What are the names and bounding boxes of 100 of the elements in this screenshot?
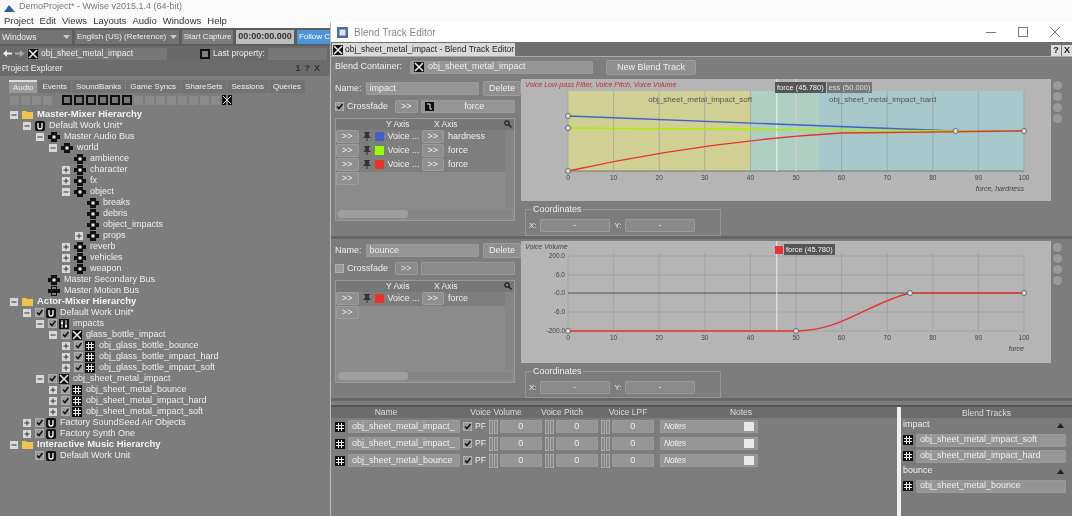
x-axis-picker-button[interactable]: >> [421,144,445,157]
collapse-icon[interactable] [36,132,44,141]
toolbar-icon[interactable] [222,95,232,105]
parameter-picker-button[interactable]: >> [395,100,418,114]
y-field[interactable]: - [624,219,695,232]
explorer-tab[interactable]: Game Syncs [126,80,181,93]
menu-item[interactable]: Views [61,14,88,29]
value-field[interactable]: 0 [555,420,598,433]
menu-item[interactable]: Help [207,14,227,29]
blend-track-item[interactable]: obj_sheet_metal_impact_soft [916,433,1066,447]
expand-notes-icon[interactable] [743,422,754,431]
collapse-icon[interactable] [23,308,31,317]
checkbox[interactable] [61,407,70,416]
menu-item[interactable]: Edit [39,14,56,29]
forward-arrow-icon[interactable] [15,50,24,57]
value-field[interactable]: 0 [499,420,542,433]
checkbox[interactable] [61,385,70,394]
value-field[interactable]: 0 [611,437,654,450]
column-header[interactable]: Voice LPF [595,406,661,419]
slider-handle-icon[interactable] [600,419,611,434]
column-header[interactable]: X Axis [424,279,484,293]
checkbox[interactable] [335,264,344,274]
tab-header-button[interactable]: ? [1051,45,1061,56]
column-header[interactable]: Voice Volume [463,406,529,419]
slider-handle-icon[interactable] [544,453,555,468]
column-header[interactable]: Y Axis [384,117,424,131]
collapse-icon[interactable] [23,121,31,130]
expand-icon[interactable] [62,165,70,174]
name-field[interactable]: obj_sheet_metal_bounce [348,454,460,467]
object-field[interactable]: obj_sheet_metal_impact [27,47,167,60]
checkbox[interactable] [61,330,70,339]
crossfade-parameter-field[interactable]: force [420,100,515,114]
language-dropdown[interactable]: English (US) (Reference) [74,30,179,44]
vertical-scrollbar[interactable] [505,129,514,208]
menu-item[interactable]: Audio [132,14,157,29]
expand-icon[interactable] [62,352,70,361]
checkbox[interactable] [463,456,472,465]
slider-handle-icon[interactable] [488,453,499,468]
collapse-icon[interactable] [49,143,57,152]
x-field[interactable]: - [539,381,610,394]
container-field[interactable]: obj_sheet_metal_impact [410,60,594,74]
expand-icon[interactable] [49,385,57,394]
new-blend-track-button[interactable]: New Blend Track [606,59,697,75]
collapse-icon[interactable] [10,110,18,119]
column-header[interactable]: Notes [661,406,821,419]
collapse-icon[interactable] [1057,468,1064,474]
expand-icon[interactable] [49,407,57,416]
curve-point[interactable] [1021,290,1027,296]
row-picker-button[interactable]: >> [336,158,359,171]
delete-button[interactable]: Delete [483,81,521,96]
value-field[interactable]: 0 [555,454,598,467]
tab-header-button[interactable]: X [1062,45,1072,56]
checkbox[interactable] [74,352,83,361]
curve-point[interactable] [565,125,571,131]
checkbox[interactable] [335,102,344,112]
color-swatch[interactable] [374,160,384,169]
checkbox[interactable] [35,308,44,317]
vertical-scrollbar[interactable] [505,291,514,370]
slider-handle-icon[interactable] [544,436,555,451]
slider-handle-icon[interactable] [544,419,555,434]
pin-icon[interactable] [362,160,371,169]
slider-handle-icon[interactable] [488,419,499,434]
add-row-button[interactable]: >> [336,306,359,319]
checkbox[interactable] [74,341,83,350]
curve-point[interactable] [952,128,959,134]
slider-handle-icon[interactable] [488,436,499,451]
search-icon[interactable] [504,282,512,290]
y-field[interactable]: - [624,381,695,394]
explorer-tab[interactable]: Events [38,80,71,93]
follow-capture-button[interactable]: Follow C [296,30,330,44]
checkbox[interactable] [48,374,57,383]
collapse-icon[interactable] [10,440,18,449]
layout-dropdown[interactable]: Windows [0,30,72,44]
checkbox[interactable] [74,363,83,372]
parameter-picker-button[interactable]: >> [395,262,418,276]
maximize-icon[interactable] [1018,27,1028,37]
expand-icon[interactable] [62,253,70,262]
collapse-icon[interactable] [36,374,44,383]
name-field[interactable]: bounce [365,244,479,257]
row-picker-button[interactable]: >> [336,130,359,143]
notes-field[interactable]: Notes [659,454,758,467]
panel-header-button[interactable]: X [314,61,320,76]
delete-button[interactable]: Delete [483,243,521,258]
notes-field[interactable]: Notes [659,437,758,450]
expand-icon[interactable] [62,363,70,372]
name-field[interactable]: impact [365,82,479,95]
crossfade-parameter-field[interactable] [420,262,515,276]
row-picker-button[interactable]: >> [336,292,359,305]
curve-point[interactable] [793,328,799,334]
notes-field[interactable]: Notes [659,420,758,433]
blend-track-item[interactable]: obj_sheet_metal_impact_hard [916,449,1066,463]
x-axis-picker-button[interactable]: >> [421,292,445,305]
collapse-icon[interactable] [1057,422,1064,428]
curve-point[interactable] [907,290,913,296]
close-icon[interactable] [1050,27,1060,37]
panel-header-button[interactable]: 1 [295,61,301,76]
explorer-tab[interactable]: Sessions [227,80,268,93]
name-field[interactable]: obj_sheet_metal_impact_ [348,437,460,450]
menu-item[interactable]: Project [4,14,34,29]
start-capture-button[interactable]: Start Capture [181,30,234,44]
